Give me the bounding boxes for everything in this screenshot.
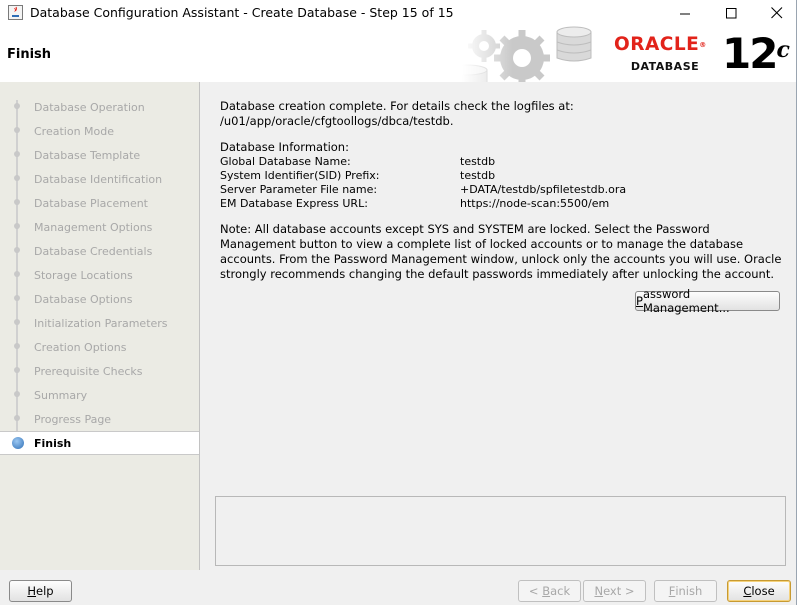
message-area (215, 496, 786, 566)
sidebar-step-label: Creation Options (34, 341, 127, 354)
sidebar-step-label: Database Operation (34, 101, 145, 114)
minimize-button[interactable] (662, 0, 708, 26)
logfile-path: /u01/app/oracle/cfgtoollogs/dbca/testdb. (220, 114, 454, 128)
maximize-icon (725, 7, 736, 18)
title-bar[interactable]: Database Configuration Assistant - Creat… (0, 0, 796, 26)
minimize-icon (679, 13, 690, 14)
step-dot-icon (14, 127, 20, 133)
sidebar-step[interactable]: Creation Mode (0, 119, 199, 143)
sidebar-step[interactable]: Storage Locations (0, 263, 199, 287)
sidebar-step-label: Database Template (34, 149, 141, 162)
sidebar-step-label: Finish (34, 437, 72, 450)
steps-sidebar: Database Operation Creation Mode Database … (0, 82, 200, 570)
sidebar-step-label: Creation Mode (34, 125, 115, 138)
finish-button[interactable]: Finish (654, 580, 717, 602)
finish-panel: Database creation complete. For details … (200, 82, 796, 570)
version-logo: 12c (722, 29, 790, 78)
info-key-em-url: EM Database Express URL: (220, 197, 368, 210)
password-management-button[interactable]: Password Management... (635, 287, 780, 315)
sidebar-step-label: Database Credentials (34, 245, 153, 258)
sidebar-step[interactable]: Prerequisite Checks (0, 359, 199, 383)
sidebar-step-label: Summary (34, 389, 88, 402)
step-dot-icon (14, 367, 20, 373)
sidebar-step[interactable]: Creation Options (0, 335, 199, 359)
info-heading: Database Information: (220, 140, 349, 154)
window-title: Database Configuration Assistant - Creat… (30, 5, 454, 20)
sidebar-step[interactable]: Finish (0, 431, 199, 455)
step-dot-icon (14, 391, 20, 397)
info-value-sid-prefix: testdb (460, 169, 496, 182)
sidebar-step[interactable]: Management Options (0, 215, 199, 239)
sidebar-step-label: Database Options (34, 293, 133, 306)
sidebar-step-label: Storage Locations (34, 269, 133, 282)
sidebar-step-label: Database Identification (34, 173, 163, 186)
help-button[interactable]: Help (9, 580, 72, 602)
oracle-logo: ORACLE® DATABASE (614, 34, 707, 73)
page-title: Finish (7, 47, 52, 62)
footer-bar: Help < Back Next > Finish Close (0, 570, 796, 605)
sidebar-step-label: Database Placement (34, 197, 148, 210)
sidebar-step[interactable]: Database Identification (0, 167, 199, 191)
step-dot-icon (14, 415, 20, 421)
sidebar-step[interactable]: Database Placement (0, 191, 199, 215)
step-dot-icon (14, 199, 20, 205)
sidebar-step[interactable]: Summary (0, 383, 199, 407)
close-window-button[interactable] (754, 0, 800, 26)
sidebar-step[interactable]: Database Options (0, 287, 199, 311)
sidebar-step[interactable]: Progress Page (0, 407, 199, 431)
info-key-spfile: Server Parameter File name: (220, 183, 378, 196)
step-dot-icon (14, 271, 20, 277)
maximize-button[interactable] (708, 0, 754, 26)
step-dot-icon (14, 343, 20, 349)
step-dot-icon (14, 295, 20, 301)
sidebar-step[interactable]: Initialization Parameters (0, 311, 199, 335)
sidebar-step-label: Prerequisite Checks (34, 365, 143, 378)
close-icon (771, 7, 783, 19)
steps-list: Database Operation Creation Mode Database … (0, 95, 199, 455)
current-step-icon (12, 437, 24, 449)
sidebar-step[interactable]: Database Template (0, 143, 199, 167)
step-dot-icon (14, 319, 20, 325)
next-button[interactable]: Next > (583, 580, 646, 602)
step-dot-icon (14, 151, 20, 157)
info-value-em-url: https://node-scan:5500/em (460, 197, 610, 210)
info-value-spfile: +DATA/testdb/spfiletestdb.ora (460, 183, 627, 196)
info-value-global-db-name: testdb (460, 155, 496, 168)
sidebar-step[interactable]: Database Credentials (0, 239, 199, 263)
completion-message: Database creation complete. For details … (220, 99, 574, 113)
dbca-window: Database Configuration Assistant - Creat… (0, 0, 797, 605)
sidebar-step-label: Management Options (34, 221, 153, 234)
gears-graphic-icon (462, 26, 607, 82)
info-key-sid-prefix: System Identifier(SID) Prefix: (220, 169, 380, 182)
back-button[interactable]: < Back (518, 580, 581, 602)
sidebar-step[interactable]: Database Operation (0, 95, 199, 119)
sidebar-step-label: Progress Page (34, 413, 112, 426)
step-dot-icon (14, 175, 20, 181)
step-dot-icon (14, 247, 20, 253)
step-dot-icon (14, 223, 20, 229)
locked-accounts-note: Note: All database accounts except SYS a… (220, 222, 782, 281)
sidebar-step-label: Initialization Parameters (34, 317, 168, 330)
java-app-icon (8, 5, 23, 20)
close-button[interactable]: Close (727, 580, 791, 602)
header-banner: Finish ORACLE® DATABASE 12c (0, 26, 796, 83)
step-dot-icon (14, 103, 20, 109)
info-key-global-db-name: Global Database Name: (220, 155, 351, 168)
